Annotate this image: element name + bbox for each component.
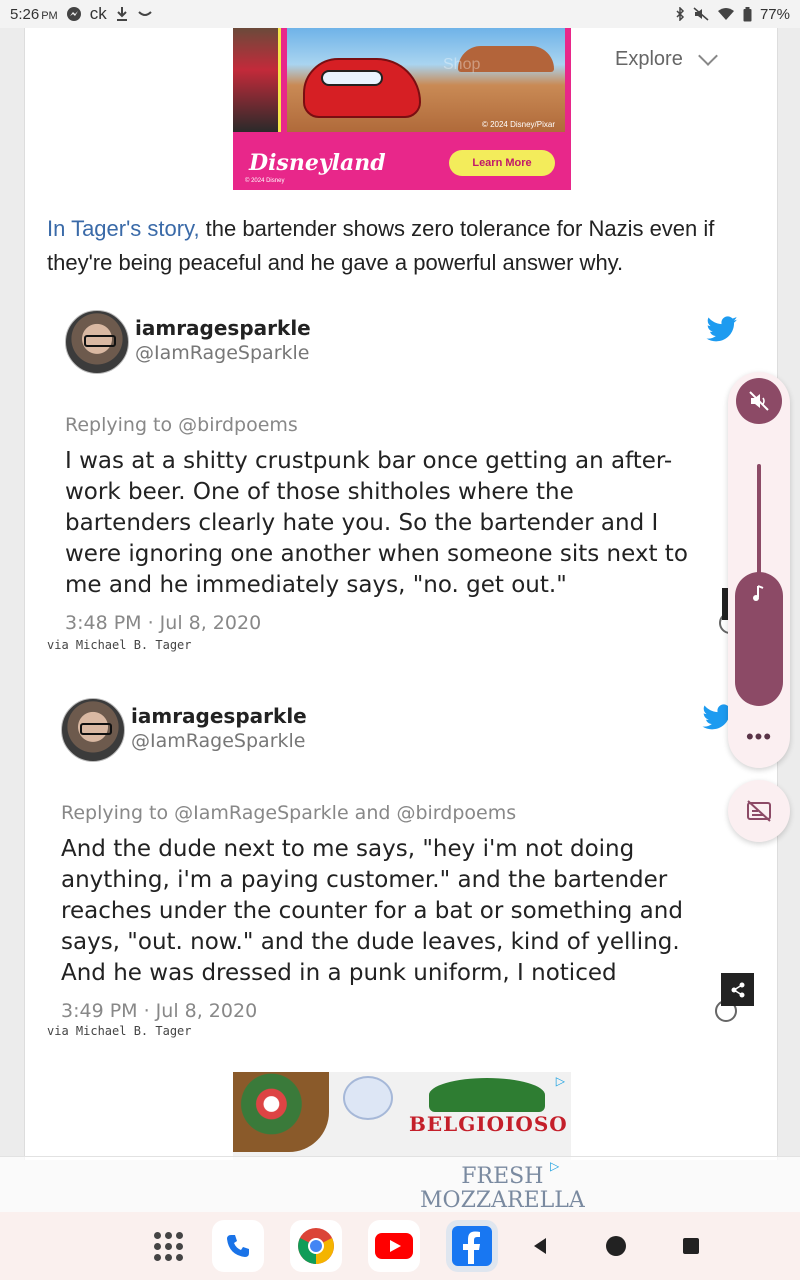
mute-toggle-button[interactable] <box>736 378 782 424</box>
volume-off-icon <box>749 391 769 411</box>
youtube-app[interactable] <box>368 1220 420 1272</box>
battery-percent: 77% <box>759 5 790 23</box>
taskbar <box>0 1212 800 1280</box>
youtube-icon <box>375 1233 413 1259</box>
ad-photo-person <box>233 28 281 132</box>
explore-dropdown[interactable]: Explore <box>615 45 718 71</box>
disneyland-ad[interactable]: Shop © 2024 Disney/Pixar Disneyland © 20… <box>233 28 571 190</box>
tweet-body: I was at a shitty crustpunk bar once get… <box>65 448 688 598</box>
more-options-button[interactable]: ••• <box>728 724 790 750</box>
live-caption-button[interactable] <box>728 780 790 842</box>
replying-to: Replying to @IamRageSparkle and @birdpoe… <box>61 802 517 824</box>
back-button[interactable] <box>514 1220 566 1272</box>
chrome-app[interactable] <box>290 1220 342 1272</box>
app-drawer-button[interactable] <box>142 1220 194 1272</box>
ad-salad-image <box>233 1072 329 1152</box>
belgioioso-logo: BELGIOIOSO <box>409 1112 568 1136</box>
explore-label: Explore <box>615 48 683 70</box>
ad-cheese-cup-image <box>343 1076 393 1120</box>
ad-brand-shield <box>429 1078 545 1112</box>
avatar <box>61 698 125 762</box>
disneyland-logo: Disneyland <box>249 150 386 176</box>
tweet-username: iamragesparkle <box>131 704 307 728</box>
music-note-icon <box>753 585 764 601</box>
chrome-icon <box>298 1228 334 1264</box>
volume-slider[interactable] <box>735 572 783 706</box>
recents-icon <box>683 1238 699 1254</box>
battery-icon <box>743 6 752 22</box>
tager-story-link[interactable]: In Tager's story, <box>47 216 200 241</box>
volume-panel: ••• <box>728 372 790 768</box>
ck-text: ck <box>89 4 107 23</box>
phone-icon <box>227 1235 249 1257</box>
avatar <box>65 310 129 374</box>
tweet-image-1: iamragesparkle @IamRageSparkle Replying … <box>65 310 745 634</box>
image-credit: via Michael B. Tager <box>47 638 192 652</box>
tweet-username: iamragesparkle <box>135 316 311 340</box>
replying-to: Replying to @birdpoems <box>65 414 298 436</box>
captions-off-icon <box>747 800 771 822</box>
back-icon <box>534 1238 546 1254</box>
learn-more-button[interactable]: Learn More <box>449 150 555 176</box>
facebook-app[interactable] <box>446 1220 498 1272</box>
chevron-down-icon <box>697 45 718 66</box>
messenger-icon <box>66 6 82 22</box>
article-paragraph: In Tager's story, the bartender shows ze… <box>47 216 715 275</box>
tweet-handle: @IamRageSparkle <box>131 730 306 752</box>
facebook-icon <box>452 1226 492 1266</box>
share-button[interactable] <box>721 973 754 1006</box>
home-icon <box>606 1236 626 1256</box>
status-bar: 5:26 PM ck 77% <box>0 0 800 28</box>
phone-app[interactable] <box>212 1220 264 1272</box>
adchoices-icon[interactable]: ▷ <box>550 1159 559 1173</box>
app-drawer-icon <box>153 1231 183 1261</box>
twitter-bird-icon <box>706 316 738 342</box>
sticky-ad-strip[interactable]: FRESH MOZZARELLA ▷ <box>0 1156 800 1213</box>
home-button[interactable] <box>590 1220 642 1272</box>
image-credit: via Michael B. Tager <box>47 1024 192 1038</box>
share-icon <box>731 982 744 997</box>
ad-headline: FRESH MOZZARELLA <box>420 1164 585 1213</box>
mute-icon <box>693 7 709 21</box>
tweet-handle: @IamRageSparkle <box>135 342 310 364</box>
amazon-smile-icon <box>137 9 153 19</box>
recents-button[interactable] <box>665 1220 717 1272</box>
tweet-image-2: iamragesparkle @IamRageSparkle Replying … <box>61 698 741 1022</box>
volume-track[interactable] <box>757 464 761 584</box>
bluetooth-icon <box>675 7 685 21</box>
ad-copyright: © 2024 Disney/Pixar <box>481 120 555 129</box>
tweet-timestamp: 3:49 PM · Jul 8, 2020 <box>61 1000 258 1022</box>
download-icon <box>115 6 129 22</box>
clock: 5:26 PM <box>10 5 58 23</box>
ad-car-image <box>303 58 421 118</box>
tweet-timestamp: 3:48 PM · Jul 8, 2020 <box>65 612 262 634</box>
adchoices-icon[interactable]: ▷ <box>556 1074 565 1088</box>
web-page: Shop © 2024 Disney/Pixar Disneyland © 20… <box>24 28 778 1160</box>
belgioioso-ad[interactable]: BELGIOIOSO ▷ <box>233 1072 571 1160</box>
wifi-icon <box>717 7 735 21</box>
tweet-body: And the dude next to me says, "hey i'm n… <box>61 836 683 986</box>
